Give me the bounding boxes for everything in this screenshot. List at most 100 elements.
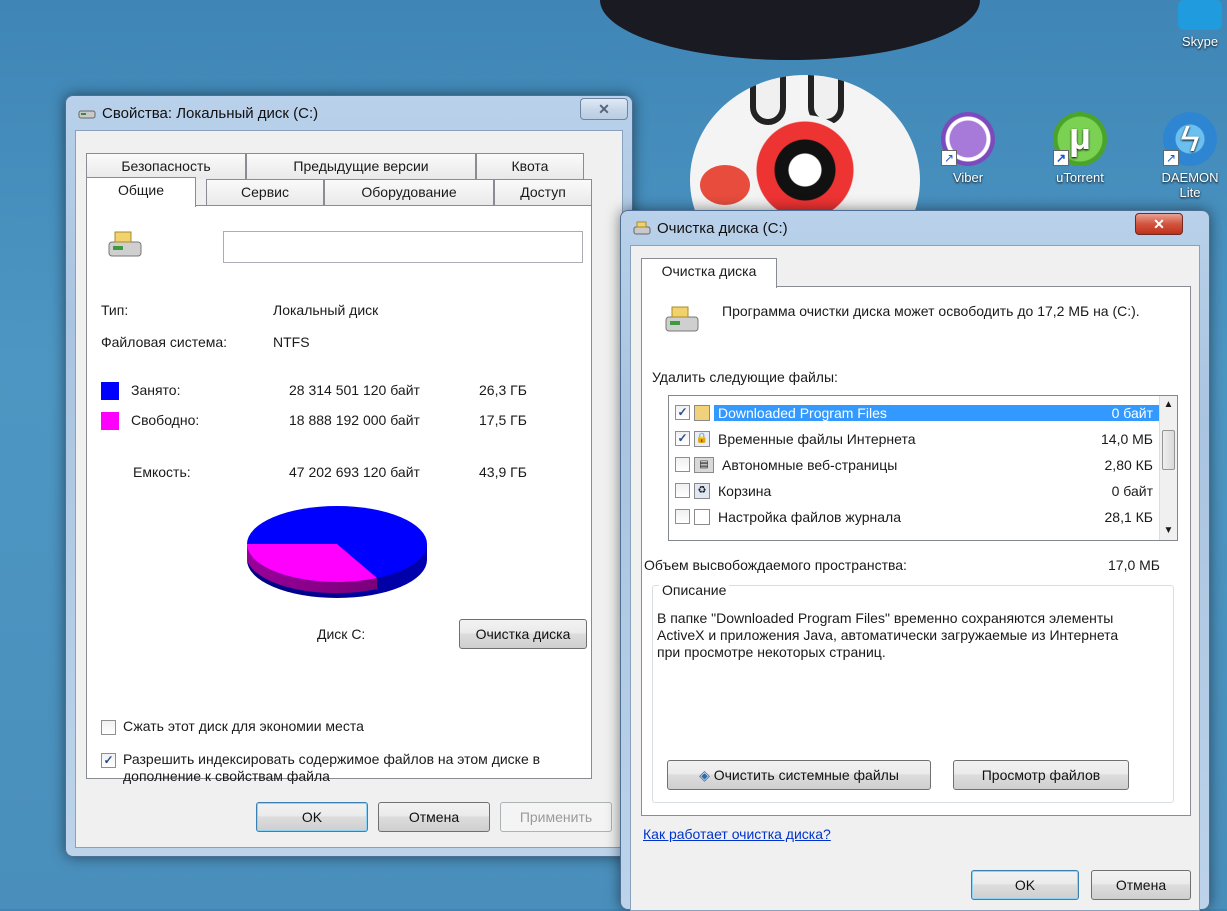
desktop-icon-daemon[interactable]: ϟ ↗ DAEMON Lite bbox=[1150, 112, 1227, 200]
list-item[interactable]: ▤ Автономные веб-страницы 2,80 КБ bbox=[669, 452, 1159, 477]
utorrent-icon: µ ↗ bbox=[1053, 112, 1107, 166]
tab-previous-versions[interactable]: Предыдущие версии bbox=[246, 153, 476, 179]
clean-system-files-button[interactable]: ◈ Очистить системные файлы bbox=[667, 760, 931, 790]
divider bbox=[99, 662, 581, 663]
file-checkbox[interactable] bbox=[675, 457, 690, 472]
scroll-thumb[interactable] bbox=[1162, 430, 1175, 470]
shield-icon: ◈ bbox=[699, 767, 710, 783]
help-link[interactable]: Как работает очистка диска? bbox=[643, 826, 831, 842]
disk-cleanup-icon bbox=[665, 306, 699, 332]
cancel-button[interactable]: Отмена bbox=[1091, 870, 1191, 900]
lock-file-icon: 🔒 bbox=[694, 430, 710, 447]
tab-hardware[interactable]: Оборудование bbox=[324, 179, 494, 205]
file-category-name: Временные файлы Интернета bbox=[718, 430, 916, 447]
capacity-bytes: 47 202 693 120 байт bbox=[289, 464, 420, 480]
delete-files-label: Удалить следующие файлы: bbox=[652, 369, 838, 385]
properties-titlebar[interactable]: Свойства: Локальный диск (C:) bbox=[66, 96, 632, 130]
list-scrollbar[interactable]: ▲ ▼ bbox=[1159, 396, 1177, 540]
desktop-icon-label: uTorrent bbox=[1056, 170, 1104, 185]
used-space-gb: 26,3 ГБ bbox=[479, 382, 527, 398]
cleanup-intro-text: Программа очистки диска может освободить… bbox=[722, 303, 1140, 319]
list-item[interactable]: ✓ 🔒 Временные файлы Интернета 14,0 МБ bbox=[669, 426, 1159, 451]
cancel-button[interactable]: Отмена bbox=[378, 802, 490, 832]
file-category-size: 0 байт bbox=[1111, 482, 1153, 499]
file-category-size: 2,80 КБ bbox=[1104, 456, 1153, 473]
offline-pages-icon: ▤ bbox=[694, 456, 714, 473]
list-item[interactable]: Настройка файлов журнала 28,1 КБ bbox=[669, 504, 1159, 529]
mascot-eye bbox=[750, 115, 860, 225]
recycle-bin-icon: ♻ bbox=[694, 482, 710, 499]
ok-button[interactable]: OK bbox=[971, 870, 1079, 900]
index-checkbox[interactable]: ✓ bbox=[101, 753, 116, 768]
file-checkbox[interactable] bbox=[675, 509, 690, 524]
cleanup-tab-panel: Программа очистки диска может освободить… bbox=[641, 286, 1191, 816]
tab-tools[interactable]: Сервис bbox=[206, 179, 324, 205]
capacity-label: Емкость: bbox=[133, 464, 191, 480]
mascot-cheek bbox=[700, 165, 750, 205]
apply-button[interactable]: Применить bbox=[500, 802, 612, 832]
files-to-delete-list[interactable]: ✓ Downloaded Program Files 0 байт ✓ 🔒 Вр… bbox=[668, 395, 1178, 541]
compress-label: Сжать этот диск для экономии места bbox=[123, 718, 364, 734]
used-space-bytes: 28 314 501 120 байт bbox=[289, 382, 420, 398]
window-title: Очистка диска (C:) bbox=[657, 219, 788, 237]
desktop-icon-utorrent[interactable]: µ ↗ uTorrent bbox=[1040, 112, 1120, 185]
tab-general[interactable]: Общие bbox=[86, 177, 196, 207]
viber-icon: ↗ bbox=[941, 112, 995, 166]
tab-disk-cleanup[interactable]: Очистка диска bbox=[641, 258, 777, 288]
free-space-gb: 17,5 ГБ bbox=[479, 412, 527, 428]
properties-window[interactable]: Свойства: Локальный диск (C:) ✕ Безопасн… bbox=[65, 95, 633, 857]
tab-security[interactable]: Безопасность bbox=[86, 153, 246, 179]
wallpaper-shape bbox=[600, 0, 980, 60]
index-label: Разрешить индексировать содержимое файло… bbox=[123, 751, 541, 784]
folder-icon bbox=[694, 404, 710, 421]
ok-button[interactable]: OK bbox=[256, 802, 368, 832]
desktop-icon-skype[interactable]: Skype bbox=[1160, 0, 1227, 49]
disk-label: Диск C: bbox=[317, 626, 366, 642]
tab-quota[interactable]: Квота bbox=[476, 153, 584, 179]
file-category-name: Downloaded Program Files bbox=[714, 404, 1069, 421]
list-item[interactable]: ♻ Корзина 0 байт bbox=[669, 478, 1159, 503]
file-checkbox[interactable]: ✓ bbox=[675, 431, 690, 446]
disk-usage-pie-chart bbox=[247, 506, 427, 598]
file-category-size: 28,1 КБ bbox=[1104, 508, 1153, 525]
description-groupbox: Описание В папке "Downloaded Program Fil… bbox=[652, 582, 1174, 803]
disk-cleanup-window[interactable]: Очистка диска (C:) ✕ Очистка диска Прогр… bbox=[620, 210, 1210, 911]
file-category-name: Корзина bbox=[718, 482, 772, 499]
file-category-name: Настройка файлов журнала bbox=[718, 508, 901, 525]
drive-name-input[interactable] bbox=[223, 231, 583, 263]
space-freed-value: 17,0 МБ bbox=[1108, 557, 1160, 573]
divider bbox=[99, 444, 581, 445]
mascot-ear bbox=[750, 75, 786, 125]
file-category-size: 0 байт bbox=[1069, 404, 1159, 421]
clean-system-files-label: Очистить системные файлы bbox=[713, 767, 899, 783]
close-button[interactable]: ✕ bbox=[1135, 213, 1183, 235]
scroll-up-icon[interactable]: ▲ bbox=[1160, 396, 1177, 414]
file-checkbox[interactable] bbox=[675, 483, 690, 498]
filesystem-label: Файловая система: bbox=[101, 334, 228, 350]
free-space-swatch bbox=[101, 412, 119, 430]
description-title: Описание bbox=[659, 582, 730, 598]
cleanup-titlebar[interactable]: Очистка диска (C:) bbox=[621, 211, 1209, 245]
space-freed-label: Объем высвобождаемого пространства: bbox=[644, 557, 907, 573]
file-category-size: 14,0 МБ bbox=[1101, 430, 1153, 447]
disk-cleanup-button[interactable]: Очистка диска bbox=[459, 619, 587, 649]
desktop-icon-label: Skype bbox=[1181, 34, 1219, 49]
scroll-down-icon[interactable]: ▼ bbox=[1160, 522, 1177, 540]
close-button[interactable]: ✕ bbox=[580, 98, 628, 120]
drive-icon bbox=[108, 231, 142, 257]
window-title: Свойства: Локальный диск (C:) bbox=[102, 104, 319, 122]
disk-cleanup-icon bbox=[633, 221, 651, 235]
desktop-icon-viber[interactable]: ↗ Viber bbox=[928, 112, 1008, 185]
general-tab-panel: Тип: Локальный диск Файловая система: NT… bbox=[86, 205, 592, 784]
list-item[interactable]: ✓ Downloaded Program Files 0 байт bbox=[669, 400, 1159, 425]
view-files-button[interactable]: Просмотр файлов bbox=[953, 760, 1129, 790]
divider bbox=[99, 364, 581, 365]
compress-checkbox[interactable] bbox=[101, 720, 116, 735]
free-space-bytes: 18 888 192 000 байт bbox=[289, 412, 420, 428]
shortcut-arrow-icon: ↗ bbox=[1053, 150, 1069, 166]
capacity-gb: 43,9 ГБ bbox=[479, 464, 527, 480]
file-checkbox[interactable]: ✓ bbox=[675, 405, 690, 420]
properties-client: Безопасность Предыдущие версии Квота Общ… bbox=[75, 130, 623, 848]
tab-sharing[interactable]: Доступ bbox=[494, 179, 592, 205]
document-icon bbox=[694, 508, 710, 525]
